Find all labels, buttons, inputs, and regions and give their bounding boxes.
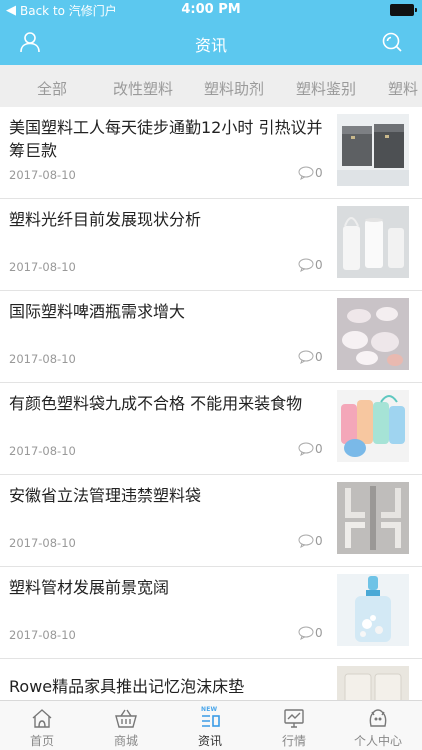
article-thumbnail[interactable]	[337, 574, 409, 646]
nav-bar: 资讯	[0, 20, 422, 65]
tab-plastic-more[interactable]: 塑料	[388, 78, 418, 99]
comment-icon	[298, 626, 314, 640]
tab-plastic-identification[interactable]: 塑料鉴别	[296, 78, 356, 99]
list-item[interactable]: 国际塑料啤酒瓶需求增大 2017-08-10 0	[0, 291, 422, 383]
tabbar-label: 资讯	[197, 734, 222, 748]
comment-icon	[298, 442, 314, 456]
tabbar-mall[interactable]: 商城	[84, 701, 168, 750]
battery-icon	[390, 4, 417, 16]
article-title: 塑料光纤目前发展现状分析	[9, 210, 202, 229]
comment-count-value: 0	[315, 534, 323, 548]
list-item[interactable]: 有颜色塑料袋九成不合格 不能用来装食物 2017-08-10 0	[0, 383, 422, 475]
article-title: Rowe精品家具推出记忆泡沫床垫	[9, 677, 245, 696]
comment-icon	[298, 166, 314, 180]
list-item[interactable]: 塑料管材发展前景宽阔 2017-08-10 0	[0, 567, 422, 659]
article-thumbnail[interactable]	[337, 114, 409, 186]
tabbar-label: 商城	[113, 734, 138, 748]
chart-monitor-icon	[284, 709, 304, 728]
comment-count-value: 0	[315, 350, 323, 364]
article-thumbnail[interactable]	[337, 206, 409, 278]
article-date: 2017-08-10	[9, 168, 76, 182]
bottom-tab-bar: 首页 商城 NEW 资讯 行情 个人中心	[0, 700, 422, 750]
comment-count[interactable]: 0	[298, 258, 323, 272]
comment-count-value: 0	[315, 258, 323, 272]
article-date: 2017-08-10	[9, 352, 76, 366]
profile-icon	[369, 709, 387, 727]
article-date: 2017-08-10	[9, 536, 76, 550]
comment-icon	[298, 350, 314, 364]
article-title: 国际塑料啤酒瓶需求增大	[9, 302, 186, 321]
tab-modified-plastics[interactable]: 改性塑料	[113, 78, 173, 99]
comment-count[interactable]: 0	[298, 626, 323, 640]
tab-plastic-additives[interactable]: 塑料助剂	[204, 78, 264, 99]
tabbar-news[interactable]: NEW 资讯	[168, 701, 252, 750]
home-icon	[32, 709, 52, 728]
comment-count[interactable]: 0	[298, 350, 323, 364]
article-title: 塑料管材发展前景宽阔	[9, 578, 170, 597]
article-date: 2017-08-10	[9, 444, 76, 458]
comment-count[interactable]: 0	[298, 534, 323, 548]
comment-icon	[298, 534, 314, 548]
category-tabs: 全部 改性塑料 塑料助剂 塑料鉴别 塑料	[0, 65, 422, 107]
article-title: 安徽省立法管理违禁塑料袋	[9, 486, 202, 505]
list-item[interactable]: 安徽省立法管理违禁塑料袋 2017-08-10 0	[0, 475, 422, 567]
status-time: 4:00 PM	[181, 2, 241, 17]
list-item[interactable]: 塑料光纤目前发展现状分析 2017-08-10 0	[0, 199, 422, 291]
tabbar-profile[interactable]: 个人中心	[336, 701, 420, 750]
comment-count-value: 0	[315, 626, 323, 640]
article-title: 美国塑料工人每天徒步通勤12小时 引热议并筹巨款	[9, 118, 323, 160]
news-icon	[202, 715, 220, 727]
page-title: 资讯	[194, 36, 227, 55]
comment-count-value: 0	[315, 442, 323, 456]
tab-all[interactable]: 全部	[37, 78, 67, 99]
article-date: 2017-08-10	[9, 628, 76, 642]
comment-count[interactable]: 0	[298, 166, 323, 180]
basket-icon	[115, 709, 137, 728]
article-thumbnail[interactable]	[337, 298, 409, 370]
article-thumbnail[interactable]	[337, 390, 409, 462]
article-title: 有颜色塑料袋九成不合格 不能用来装食物	[9, 394, 303, 413]
article-thumbnail[interactable]	[337, 482, 409, 554]
status-bar: ◀ Back to 汽修门户 4:00 PM	[0, 0, 422, 20]
list-item[interactable]: 美国塑料工人每天徒步通勤12小时 引热议并筹巨款 2017-08-10 0	[0, 107, 422, 199]
comment-count[interactable]: 0	[298, 442, 323, 456]
new-badge: NEW	[201, 706, 218, 713]
tabbar-label: 行情	[281, 734, 306, 748]
comment-icon	[298, 258, 314, 272]
tabbar-label: 首页	[29, 734, 54, 748]
tabbar-market[interactable]: 行情	[252, 701, 336, 750]
article-date: 2017-08-10	[9, 260, 76, 274]
tabbar-home[interactable]: 首页	[0, 701, 84, 750]
comment-count-value: 0	[315, 166, 323, 180]
search-icon[interactable]	[380, 30, 404, 54]
tabbar-label: 个人中心	[353, 734, 402, 748]
